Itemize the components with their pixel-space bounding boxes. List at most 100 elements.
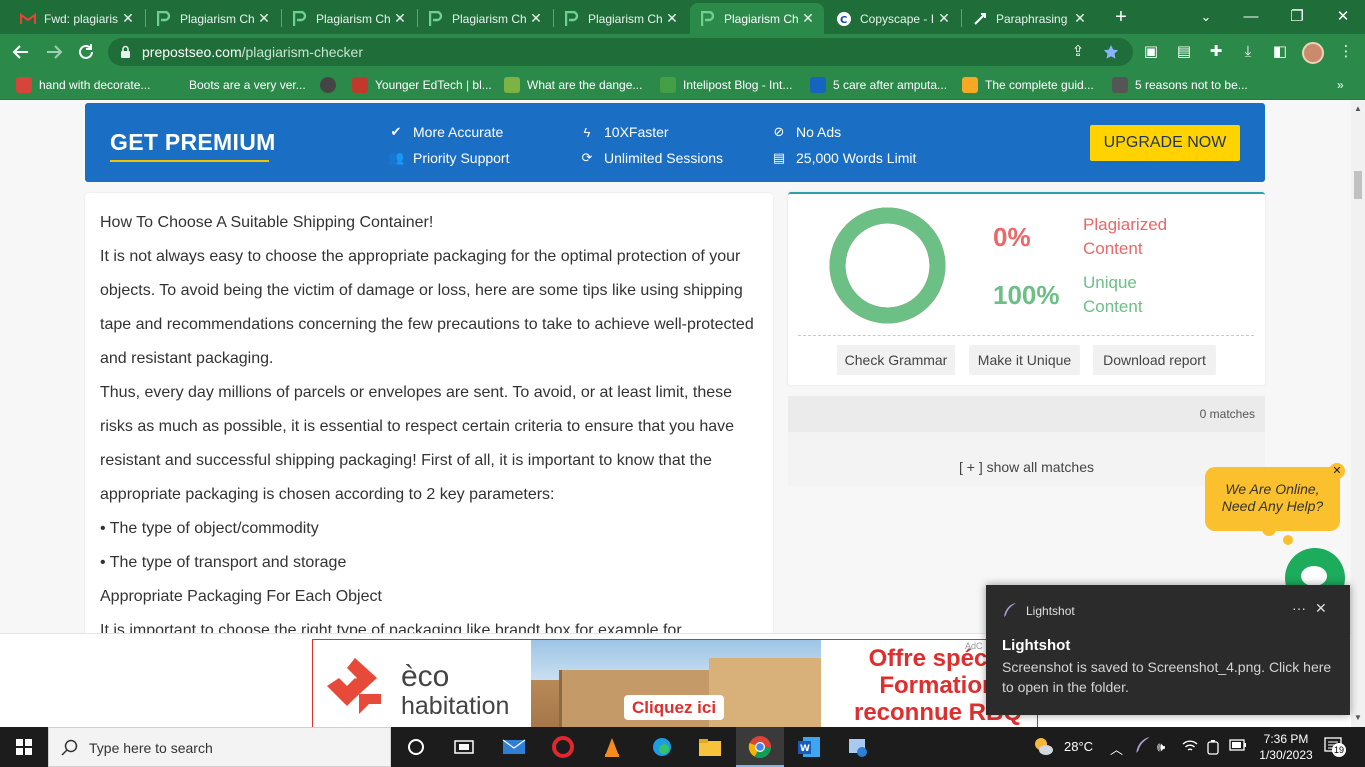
tab-search-button[interactable]: ⌄ [1183, 4, 1229, 30]
new-tab-button[interactable]: + [1110, 6, 1132, 28]
snipping-tool-icon[interactable] [846, 735, 870, 759]
extension-icon[interactable]: ▣ [1141, 42, 1161, 62]
bookmarks-overflow-button[interactable]: » [1337, 76, 1344, 94]
minimize-button[interactable]: — [1228, 4, 1274, 30]
cortana-icon[interactable] [404, 735, 428, 759]
lock-icon [121, 45, 130, 58]
browser-tab[interactable]: Fwd: plagiaris ✕ [10, 3, 144, 34]
start-button[interactable] [0, 727, 48, 767]
tab-close-icon[interactable]: ✕ [936, 10, 952, 27]
notification-center-icon[interactable]: 19 [1324, 737, 1346, 757]
tab-close-icon[interactable]: ✕ [1072, 10, 1088, 27]
browser-tab[interactable]: Plagiarism Ch ✕ [418, 3, 552, 34]
back-button[interactable] [9, 40, 33, 64]
bookmark-item[interactable]: 5 care after amputa... [810, 76, 947, 94]
upgrade-now-button[interactable]: UPGRADE NOW [1090, 125, 1240, 161]
page-scrollbar[interactable]: ▲ ▼ [1351, 101, 1365, 727]
tab-close-icon[interactable]: ✕ [256, 10, 272, 27]
bookmark-star-icon[interactable] [1101, 42, 1121, 62]
notification-message[interactable]: Screenshot is saved to Screenshot_4.png.… [1002, 657, 1332, 697]
tab-close-icon[interactable]: ✕ [120, 10, 136, 27]
browser-tab[interactable]: Paraphrasing ✕ [962, 3, 1096, 34]
menu-kebab-icon[interactable]: ⋮ [1336, 42, 1356, 62]
word-icon[interactable]: W [797, 735, 821, 759]
bookmark-item[interactable]: The complete guid... [962, 76, 1094, 94]
bookmark-item[interactable]: 5 reasons not to be... [1112, 76, 1248, 94]
refresh-icon: ⟳ [581, 150, 593, 165]
forward-button[interactable] [42, 40, 66, 64]
browser-tab[interactable]: Plagiarism Ch ✕ [554, 3, 688, 34]
bookmark-item[interactable]: Intelipost Blog - Int... [660, 76, 792, 94]
premium-feature-label: More Accurate [413, 124, 504, 140]
bookmark-item[interactable]: Boots are a very ver... [166, 76, 306, 94]
taskbar-search-box[interactable]: Type here to search [48, 727, 391, 767]
bookmark-item[interactable]: Younger EdTech | bl... [352, 76, 492, 94]
show-all-matches-link[interactable]: [ + ] show all matches [788, 432, 1265, 486]
tray-chevron-icon[interactable]: ︿ [1110, 739, 1123, 758]
search-icon [61, 739, 78, 756]
bookmark-label: Intelipost Blog - Int... [683, 78, 793, 92]
profile-avatar[interactable] [1302, 42, 1324, 64]
download-icon[interactable]: ⤓ [1238, 42, 1258, 62]
battery-icon[interactable] [1229, 739, 1247, 754]
tab-close-icon[interactable]: ✕ [528, 10, 544, 27]
bolt-icon: ϟ [583, 124, 591, 140]
check-grammar-button[interactable]: Check Grammar [837, 345, 955, 375]
vlc-icon[interactable] [600, 735, 624, 759]
volume-icon[interactable]: 🕪 [1157, 739, 1165, 755]
unique-percent: 100% [993, 280, 1060, 310]
make-it-unique-button[interactable]: Make it Unique [969, 345, 1080, 375]
mail-icon[interactable] [502, 735, 526, 759]
extension-icon[interactable]: ▤ [1174, 42, 1194, 62]
address-bar[interactable]: prepostseo.com/plagiarism-checker ⇪ [108, 38, 1133, 66]
scroll-down-icon[interactable]: ▼ [1354, 713, 1362, 722]
article-text-area[interactable]: How To Choose A Suitable Shipping Contai… [85, 193, 773, 633]
ad-cta-button[interactable]: Cliquez ici [624, 695, 725, 720]
browser-tab[interactable]: Plagiarism Ch ✕ [282, 3, 416, 34]
reload-button[interactable] [74, 40, 98, 64]
opera-icon[interactable] [551, 735, 575, 759]
chat-close-button[interactable]: ✕ [1329, 463, 1345, 479]
file-explorer-icon[interactable] [698, 735, 722, 759]
restore-button[interactable]: ❐ [1274, 4, 1320, 30]
chat-bubble-tail [1262, 526, 1276, 536]
edge-icon[interactable] [650, 735, 674, 759]
bookmark-favicon-icon [352, 77, 368, 93]
premium-feature: ▤ 25,000 Words Limit [771, 149, 917, 167]
bookmark-item[interactable] [320, 76, 343, 94]
bookmark-item[interactable]: What are the dange... [504, 76, 642, 94]
article-paragraph: It is not always easy to choose the appr… [100, 248, 754, 367]
bookmark-label: Younger EdTech | bl... [375, 78, 492, 92]
scroll-up-icon[interactable]: ▲ [1354, 104, 1362, 113]
scrollbar-thumb[interactable] [1354, 171, 1362, 199]
browser-tab[interactable]: C Copyscape - I ✕ [826, 3, 960, 34]
wifi-icon[interactable] [1182, 739, 1198, 756]
chrome-icon[interactable] [748, 735, 772, 759]
chat-bubble[interactable]: We Are Online, Need Any Help? [1205, 467, 1340, 531]
notification-close-icon[interactable]: ✕ [1315, 600, 1327, 617]
tab-close-icon[interactable]: ✕ [800, 10, 816, 27]
weather-icon[interactable] [1032, 735, 1054, 760]
lightshot-notification[interactable]: Lightshot ··· ✕ Lightshot Screenshot is … [986, 585, 1350, 715]
taskbar-clock[interactable]: 7:36 PM 1/30/2023 [1256, 731, 1316, 763]
browser-tab[interactable]: Plagiarism Ch ✕ [146, 3, 280, 34]
battery-saver-icon[interactable] [1206, 739, 1220, 758]
bookmark-item[interactable]: hand with decorate... [16, 76, 150, 94]
window-close-button[interactable]: ✕ [1320, 4, 1365, 30]
divider [798, 335, 1254, 336]
task-view-icon[interactable] [452, 735, 476, 759]
ad-choices-tag[interactable]: AdC [965, 641, 983, 651]
lightshot-tray-icon[interactable] [1134, 736, 1152, 757]
side-panel-icon[interactable]: ◧ [1270, 42, 1290, 62]
advertisement-banner[interactable]: èco habitation Cliquez ici Offre spécia F… [312, 639, 1038, 728]
tab-close-icon[interactable]: ✕ [392, 10, 408, 27]
temperature-text[interactable]: 28°C [1064, 739, 1093, 754]
tab-close-icon[interactable]: ✕ [664, 10, 680, 27]
puzzle-extensions-icon[interactable]: ✚ [1206, 42, 1226, 62]
windows-logo-icon [16, 739, 32, 755]
download-report-button[interactable]: Download report [1093, 345, 1216, 375]
notification-more-icon[interactable]: ··· [1292, 600, 1306, 616]
prepostseo-icon [292, 10, 308, 27]
browser-tab[interactable]: Plagiarism Ch ✕ [690, 3, 824, 34]
share-icon[interactable]: ⇪ [1068, 42, 1088, 62]
